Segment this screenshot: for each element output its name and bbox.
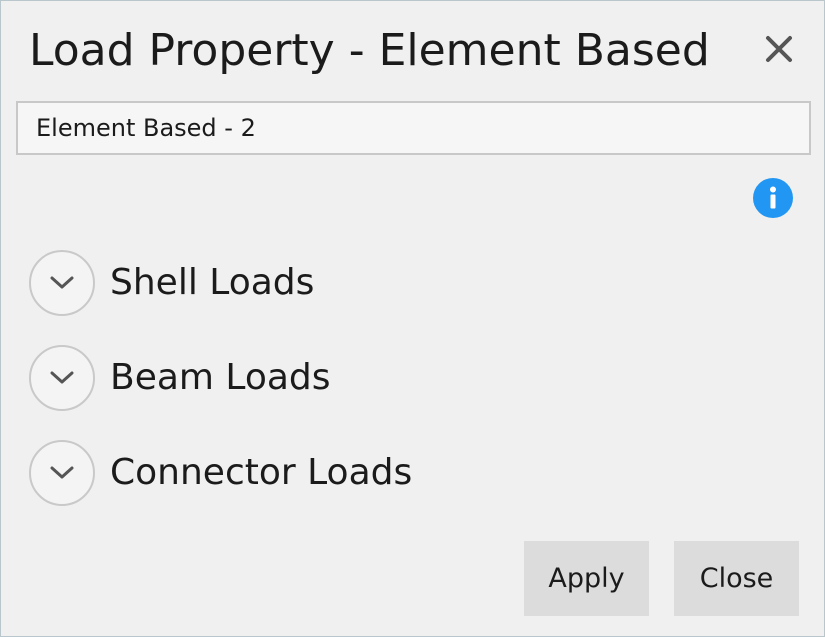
section-beam-loads[interactable]: Beam Loads — [29, 343, 331, 413]
name-field[interactable] — [16, 101, 811, 155]
chevron-down-icon[interactable] — [29, 345, 95, 411]
section-shell-loads[interactable]: Shell Loads — [29, 248, 314, 318]
dialog-title: Load Property - Element Based — [29, 25, 710, 76]
close-button[interactable]: Close — [674, 541, 799, 616]
info-icon[interactable] — [752, 177, 794, 219]
apply-button[interactable]: Apply — [524, 541, 649, 616]
section-connector-loads[interactable]: Connector Loads — [29, 438, 412, 508]
section-label: Shell Loads — [110, 262, 315, 303]
load-property-dialog: Load Property - Element Based Shell Load… — [0, 0, 825, 637]
section-label: Connector Loads — [110, 452, 413, 493]
section-label: Beam Loads — [110, 357, 331, 398]
chevron-down-icon[interactable] — [29, 440, 95, 506]
close-icon[interactable] — [759, 29, 799, 69]
chevron-down-icon[interactable] — [29, 250, 95, 316]
